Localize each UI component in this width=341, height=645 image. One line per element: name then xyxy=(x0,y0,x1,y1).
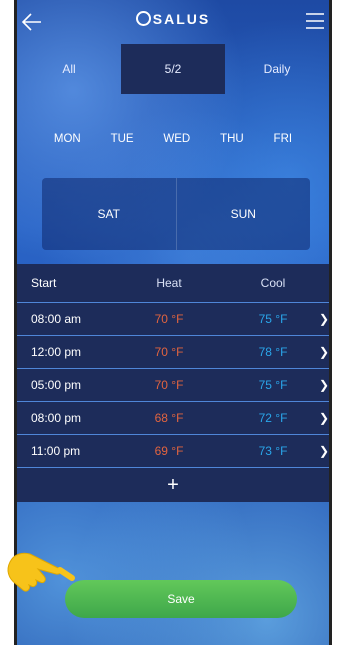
table-header: Start Heat Cool xyxy=(17,264,329,303)
start-time: 05:00 pm xyxy=(31,378,82,392)
table-row[interactable]: 05:00 pm 70 °F 75 °F ❯ xyxy=(17,369,329,402)
cool-setpoint: 78 °F xyxy=(258,345,288,359)
add-schedule-button[interactable]: + xyxy=(17,468,329,502)
start-time: 08:00 pm xyxy=(31,411,82,425)
tab-daily[interactable]: Daily xyxy=(225,44,329,94)
chevron-right-icon[interactable]: ❯ xyxy=(319,312,329,326)
cool-setpoint: 75 °F xyxy=(258,378,288,392)
day-thu[interactable]: THU xyxy=(220,133,244,153)
table-row[interactable]: 08:00 pm 68 °F 72 °F ❯ xyxy=(17,402,329,435)
chevron-right-icon[interactable]: ❯ xyxy=(319,444,329,458)
weekend-selector: SAT SUN xyxy=(42,178,310,250)
day-tue[interactable]: TUE xyxy=(111,133,134,153)
tab-5-2[interactable]: 5/2 xyxy=(121,44,225,94)
weekday-selector: MON TUE WED THU FRI xyxy=(17,133,329,153)
column-start: Start xyxy=(31,276,57,290)
heat-setpoint: 70 °F xyxy=(154,345,184,359)
start-time: 12:00 pm xyxy=(31,345,82,359)
chevron-right-icon[interactable]: ❯ xyxy=(319,345,329,359)
heat-setpoint: 70 °F xyxy=(154,378,184,392)
cool-setpoint: 72 °F xyxy=(258,411,288,425)
cool-setpoint: 75 °F xyxy=(258,312,288,326)
logo-mark-icon xyxy=(135,11,151,26)
table-row[interactable]: 11:00 pm 69 °F 73 °F ❯ xyxy=(17,435,329,468)
heat-setpoint: 69 °F xyxy=(154,444,184,458)
schedule-mode-tabs: All 5/2 Daily xyxy=(17,44,329,94)
save-button[interactable]: Save xyxy=(65,580,297,618)
cool-setpoint: 73 °F xyxy=(258,444,288,458)
start-time: 11:00 pm xyxy=(31,444,81,458)
chevron-right-icon[interactable]: ❯ xyxy=(319,411,329,425)
brand-name: SALUS xyxy=(152,11,211,27)
day-sun[interactable]: SUN xyxy=(175,178,311,250)
schedule-table: Start Heat Cool 08:00 am 70 °F 75 °F ❯ 1… xyxy=(17,264,329,502)
chevron-right-icon[interactable]: ❯ xyxy=(319,378,329,392)
top-bar: SALUS xyxy=(17,0,329,44)
hamburger-menu-icon[interactable] xyxy=(305,12,325,30)
day-sat[interactable]: SAT xyxy=(42,178,176,250)
brand-logo: SALUS xyxy=(17,11,329,27)
day-wed[interactable]: WED xyxy=(163,133,190,153)
day-mon[interactable]: MON xyxy=(54,133,81,153)
start-time: 08:00 am xyxy=(31,312,82,326)
table-row[interactable]: 12:00 pm 70 °F 78 °F ❯ xyxy=(17,336,329,369)
heat-setpoint: 68 °F xyxy=(154,411,184,425)
table-row[interactable]: 08:00 am 70 °F 75 °F ❯ xyxy=(17,303,329,336)
pointing-hand-icon xyxy=(7,552,75,592)
heat-setpoint: 70 °F xyxy=(154,312,184,326)
column-heat: Heat xyxy=(156,276,182,290)
day-fri[interactable]: FRI xyxy=(274,133,293,153)
tab-all[interactable]: All xyxy=(17,44,121,94)
column-cool: Cool xyxy=(260,276,286,290)
